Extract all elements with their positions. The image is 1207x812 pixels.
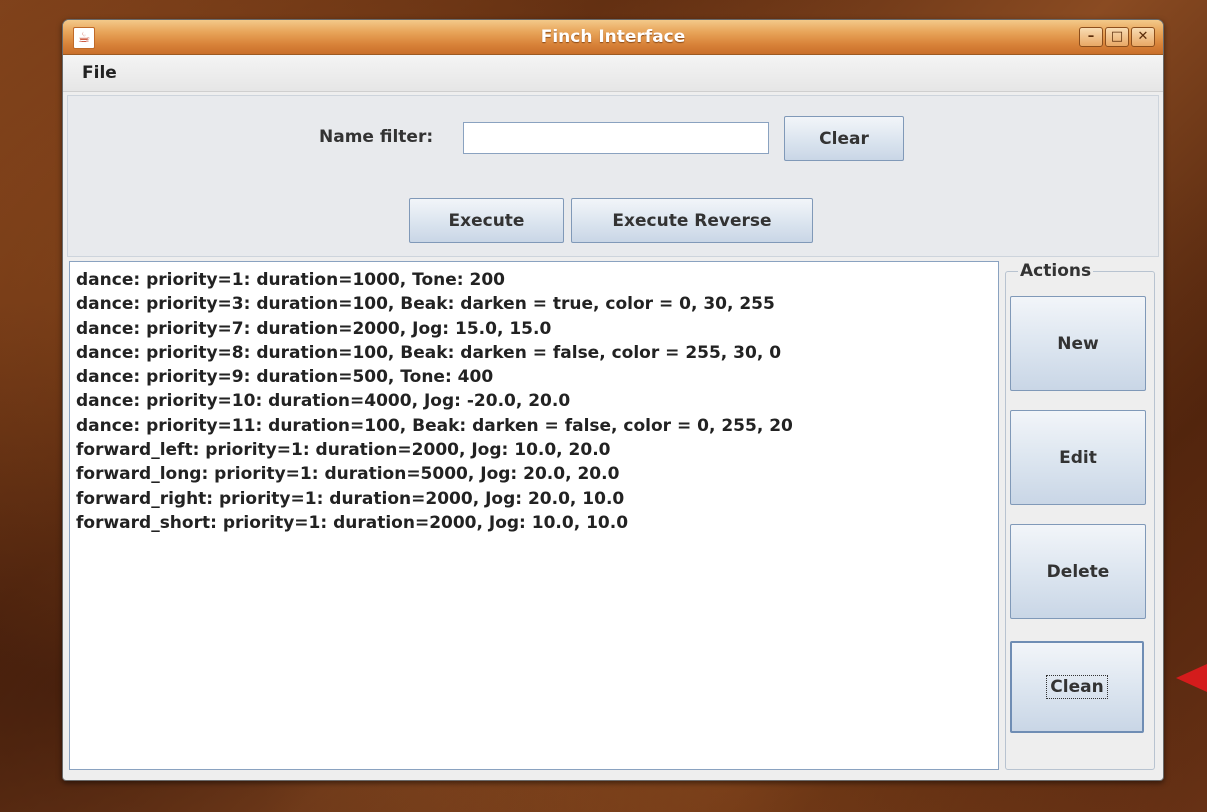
name-filter-input[interactable] (463, 122, 769, 154)
list-item[interactable]: forward_left: priority=1: duration=2000,… (76, 438, 998, 462)
clear-button[interactable]: Clear (784, 116, 904, 161)
list-item[interactable]: forward_right: priority=1: duration=2000… (76, 487, 998, 511)
window-controls: – □ ✕ (1079, 27, 1155, 47)
edit-button[interactable]: Edit (1010, 410, 1146, 505)
menu-file[interactable]: File (80, 55, 119, 91)
finch-interface-window: ☕ Finch Interface – □ ✕ File Name filter… (62, 19, 1164, 781)
filter-panel: Name filter: Clear Execute Execute Rever… (67, 95, 1159, 257)
execute-reverse-button[interactable]: Execute Reverse (571, 198, 813, 243)
list-item[interactable]: forward_short: priority=1: duration=2000… (76, 511, 998, 535)
actions-title: Actions (1018, 260, 1094, 282)
actions-group: Actions New Edit Delete Clean (1005, 260, 1155, 770)
clean-button[interactable]: Clean (1010, 641, 1144, 733)
title-bar[interactable]: ☕ Finch Interface – □ ✕ (63, 20, 1163, 55)
list-item[interactable]: dance: priority=11: duration=100, Beak: … (76, 414, 998, 438)
close-icon[interactable]: ✕ (1131, 27, 1155, 47)
list-item[interactable]: forward_long: priority=1: duration=5000,… (76, 462, 998, 486)
menu-bar: File (63, 55, 1163, 92)
new-button[interactable]: New (1010, 296, 1146, 391)
list-item[interactable]: dance: priority=10: duration=4000, Jog: … (76, 389, 998, 413)
list-item[interactable]: dance: priority=1: duration=1000, Tone: … (76, 268, 998, 292)
execute-button[interactable]: Execute (409, 198, 564, 243)
clean-button-label: Clean (1046, 675, 1108, 699)
name-filter-label: Name filter: (319, 127, 434, 147)
list-item[interactable]: dance: priority=8: duration=100, Beak: d… (76, 341, 998, 365)
list-item[interactable]: dance: priority=9: duration=500, Tone: 4… (76, 365, 998, 389)
window-title: Finch Interface (540, 27, 686, 47)
delete-button[interactable]: Delete (1010, 524, 1146, 619)
pointer-arrow-icon (1176, 664, 1207, 692)
maximize-icon[interactable]: □ (1105, 27, 1129, 47)
minimize-icon[interactable]: – (1079, 27, 1103, 47)
command-list[interactable]: dance: priority=1: duration=1000, Tone: … (69, 261, 999, 770)
list-item[interactable]: dance: priority=3: duration=100, Beak: d… (76, 292, 998, 316)
list-item[interactable]: dance: priority=7: duration=2000, Jog: 1… (76, 317, 998, 341)
